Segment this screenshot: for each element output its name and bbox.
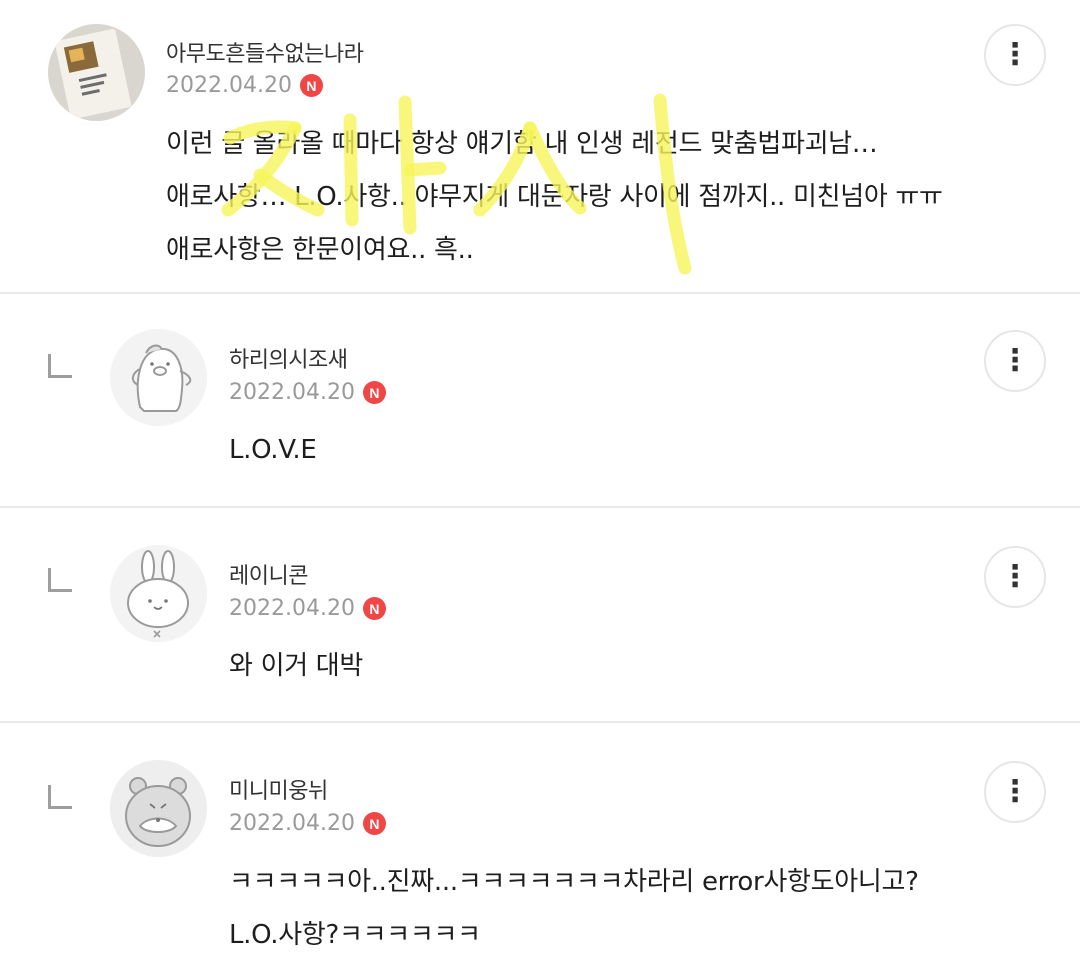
new-badge: N xyxy=(362,597,386,620)
comment-date: 2022.04.20 xyxy=(229,811,355,836)
comment-text: 이런 글 올라올 때마다 항상 얘기함 내 인생 레전드 맞춤법파괴남… 애로사… xyxy=(166,118,943,277)
comment-meta: 2022.04.20 N xyxy=(229,596,386,621)
comment-meta: 2022.04.20 N xyxy=(229,811,386,836)
comment-text-line: L.O.사항?ㅋㅋㅋㅋㅋㅋ xyxy=(229,920,481,950)
new-badge: N xyxy=(362,381,386,404)
avatar[interactable] xyxy=(48,24,145,121)
kebab-menu-icon: ⋮ xyxy=(1000,559,1030,594)
comment-text: 와 이거 대박 xyxy=(229,640,363,693)
comment-nickname[interactable]: 미니미웅뉘 xyxy=(229,773,328,805)
reply-indicator-icon xyxy=(48,785,72,809)
comment-nickname[interactable]: 레이니콘 xyxy=(229,558,308,590)
comment-text-line: 애로사항은 한문이여요.. 흑.. xyxy=(166,235,474,265)
new-badge: N xyxy=(362,812,386,835)
comment-item: 아무도흔들수없는나라 2022.04.20 N 이런 글 올라올 때마다 항상 … xyxy=(0,0,1080,294)
comment-date: 2022.04.20 xyxy=(229,596,355,621)
comment-meta: 2022.04.20 N xyxy=(166,73,323,98)
avatar[interactable] xyxy=(110,329,207,426)
comment-nickname[interactable]: 아무도흔들수없는나라 xyxy=(166,36,364,68)
reply-item: 미니미웅뉘 2022.04.20 N ㅋㅋㅋㅋㅋ아..진짜...ㅋㅋㅋㅋㅋㅋㅋ차… xyxy=(0,723,1080,977)
reply-indicator-icon xyxy=(48,568,72,592)
reply-item: 하리의시조새 2022.04.20 N L.O.V.E ⋮ xyxy=(0,294,1080,508)
comment-text: L.O.V.E xyxy=(229,424,317,477)
reply-indicator-icon xyxy=(48,354,72,378)
avatar[interactable] xyxy=(110,545,207,642)
comment-date: 2022.04.20 xyxy=(166,73,292,98)
comment-text: ㅋㅋㅋㅋㅋ아..진짜...ㅋㅋㅋㅋㅋㅋㅋ차라리 error사항도아니고? L.O… xyxy=(229,856,919,962)
bear-avatar-icon xyxy=(110,760,207,857)
avatar[interactable] xyxy=(110,760,207,857)
new-badge: N xyxy=(299,74,323,97)
book-photo-avatar-icon xyxy=(48,24,145,121)
kebab-menu-icon: ⋮ xyxy=(1000,343,1030,378)
comment-text-line: 애로사항… L.O.사항.. 야무지게 대문자랑 사이에 점까지.. 미친넘아 … xyxy=(166,182,943,212)
more-options-button[interactable]: ⋮ xyxy=(984,761,1046,823)
kebab-menu-icon: ⋮ xyxy=(1000,37,1030,72)
more-options-button[interactable]: ⋮ xyxy=(984,330,1046,392)
penguin-avatar-icon xyxy=(110,329,207,426)
comment-date: 2022.04.20 xyxy=(229,380,355,405)
comment-nickname[interactable]: 하리의시조새 xyxy=(229,342,348,374)
comment-text-line: 이런 글 올라올 때마다 항상 얘기함 내 인생 레전드 맞춤법파괴남… xyxy=(166,129,878,159)
more-options-button[interactable]: ⋮ xyxy=(984,24,1046,86)
comment-text-line: ㅋㅋㅋㅋㅋ아..진짜...ㅋㅋㅋㅋㅋㅋㅋ차라리 error사항도아니고? xyxy=(229,867,919,897)
reply-item: 레이니콘 2022.04.20 N 와 이거 대박 ⋮ xyxy=(0,508,1080,723)
comment-text-line: 와 이거 대박 xyxy=(229,651,364,681)
rabbit-avatar-icon xyxy=(110,545,207,642)
kebab-menu-icon: ⋮ xyxy=(1000,774,1030,809)
more-options-button[interactable]: ⋮ xyxy=(984,546,1046,608)
comment-meta: 2022.04.20 N xyxy=(229,380,386,405)
comment-text-line: L.O.V.E xyxy=(229,435,317,465)
